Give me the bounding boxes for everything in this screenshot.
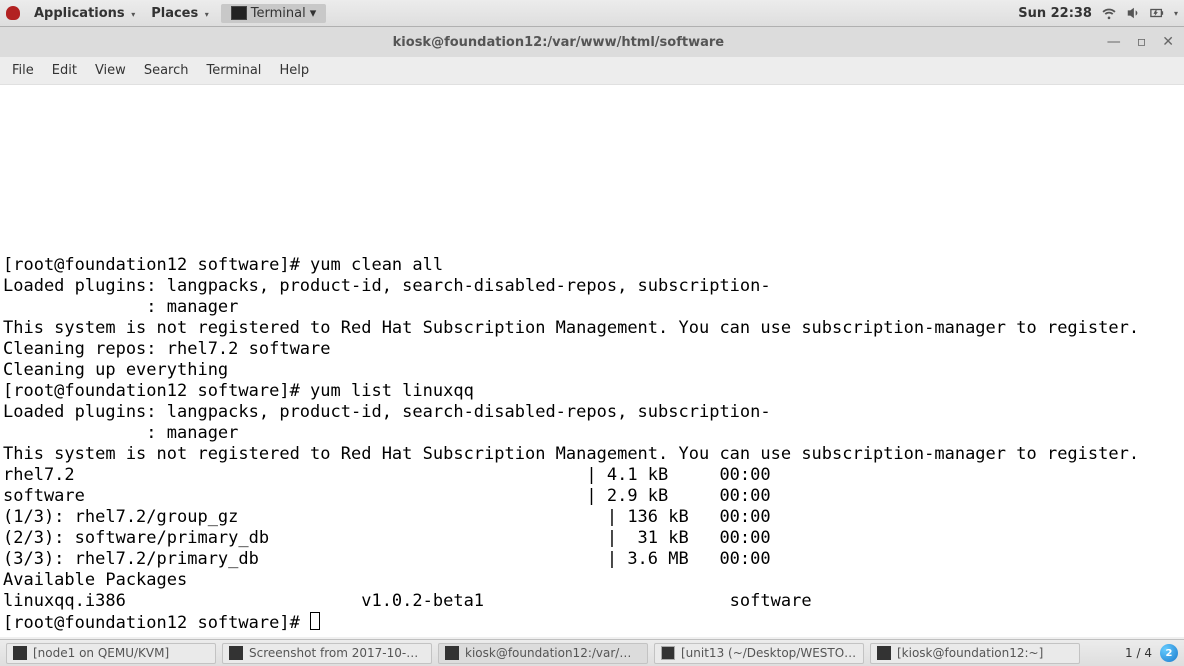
terminal-output[interactable]: [root@foundation12 software]# yum clean … (0, 85, 1184, 637)
chevron-down-icon: ▾ (205, 10, 209, 19)
menu-search[interactable]: Search (136, 61, 197, 80)
vm-icon (13, 646, 27, 660)
active-app-label: Terminal (251, 6, 306, 21)
chevron-down-icon[interactable]: ▾ (1174, 9, 1178, 18)
menu-file[interactable]: File (4, 61, 42, 80)
menu-terminal[interactable]: Terminal (198, 61, 269, 80)
distro-logo-icon (6, 6, 20, 20)
bottom-taskbar: [node1 on QEMU/KVM] Screenshot from 2017… (0, 639, 1184, 666)
document-icon (661, 646, 675, 660)
terminal-cursor (310, 612, 320, 630)
window-titlebar[interactable]: kiosk@foundation12:/var/www/html/softwar… (0, 27, 1184, 57)
window-title: kiosk@foundation12:/var/www/html/softwar… (393, 35, 724, 50)
taskbar-label: [node1 on QEMU/KVM] (33, 646, 169, 660)
chevron-down-icon: ▾ (310, 6, 317, 21)
minimize-button[interactable]: — (1107, 34, 1121, 50)
maximize-button[interactable]: ▫ (1137, 34, 1147, 50)
applications-menu[interactable]: Applications ▾ (28, 6, 141, 21)
taskbar-item[interactable]: [kiosk@foundation12:~] (870, 643, 1080, 664)
terminal-menubar: File Edit View Search Terminal Help (0, 57, 1184, 85)
places-menu[interactable]: Places ▾ (145, 6, 215, 21)
clock-label[interactable]: Sun 22:38 (1018, 6, 1092, 21)
wifi-icon[interactable] (1102, 6, 1116, 20)
notification-badge[interactable]: 2 (1160, 644, 1178, 662)
taskbar-label: [kiosk@foundation12:~] (897, 646, 1043, 660)
menu-edit[interactable]: Edit (44, 61, 85, 80)
image-icon (229, 646, 243, 660)
places-label: Places (151, 6, 198, 21)
applications-label: Applications (34, 6, 125, 21)
taskbar-label: kiosk@foundation12:/var/www/... (465, 646, 641, 660)
close-button[interactable]: ✕ (1162, 34, 1174, 50)
active-app-menu[interactable]: Terminal ▾ (221, 4, 326, 23)
menu-view[interactable]: View (87, 61, 134, 80)
terminal-icon (877, 646, 891, 660)
taskbar-item[interactable]: [node1 on QEMU/KVM] (6, 643, 216, 664)
menu-help[interactable]: Help (271, 61, 317, 80)
taskbar-item[interactable]: Screenshot from 2017-10-28 ... (222, 643, 432, 664)
chevron-down-icon: ▾ (131, 10, 135, 19)
taskbar-item[interactable]: kiosk@foundation12:/var/www/... (438, 643, 648, 664)
volume-icon[interactable] (1126, 6, 1140, 20)
terminal-icon (231, 6, 247, 20)
terminal-window: kiosk@foundation12:/var/www/html/softwar… (0, 27, 1184, 637)
taskbar-label: Screenshot from 2017-10-28 ... (249, 646, 425, 660)
battery-icon[interactable] (1150, 6, 1164, 20)
terminal-icon (445, 646, 459, 660)
taskbar-item[interactable]: [unit13 (~/Desktop/WESTOS_O... (654, 643, 864, 664)
workspace-indicator[interactable]: 1 / 4 (1125, 646, 1152, 660)
top-panel: Applications ▾ Places ▾ Terminal ▾ Sun 2… (0, 0, 1184, 27)
taskbar-label: [unit13 (~/Desktop/WESTOS_O... (681, 646, 857, 660)
